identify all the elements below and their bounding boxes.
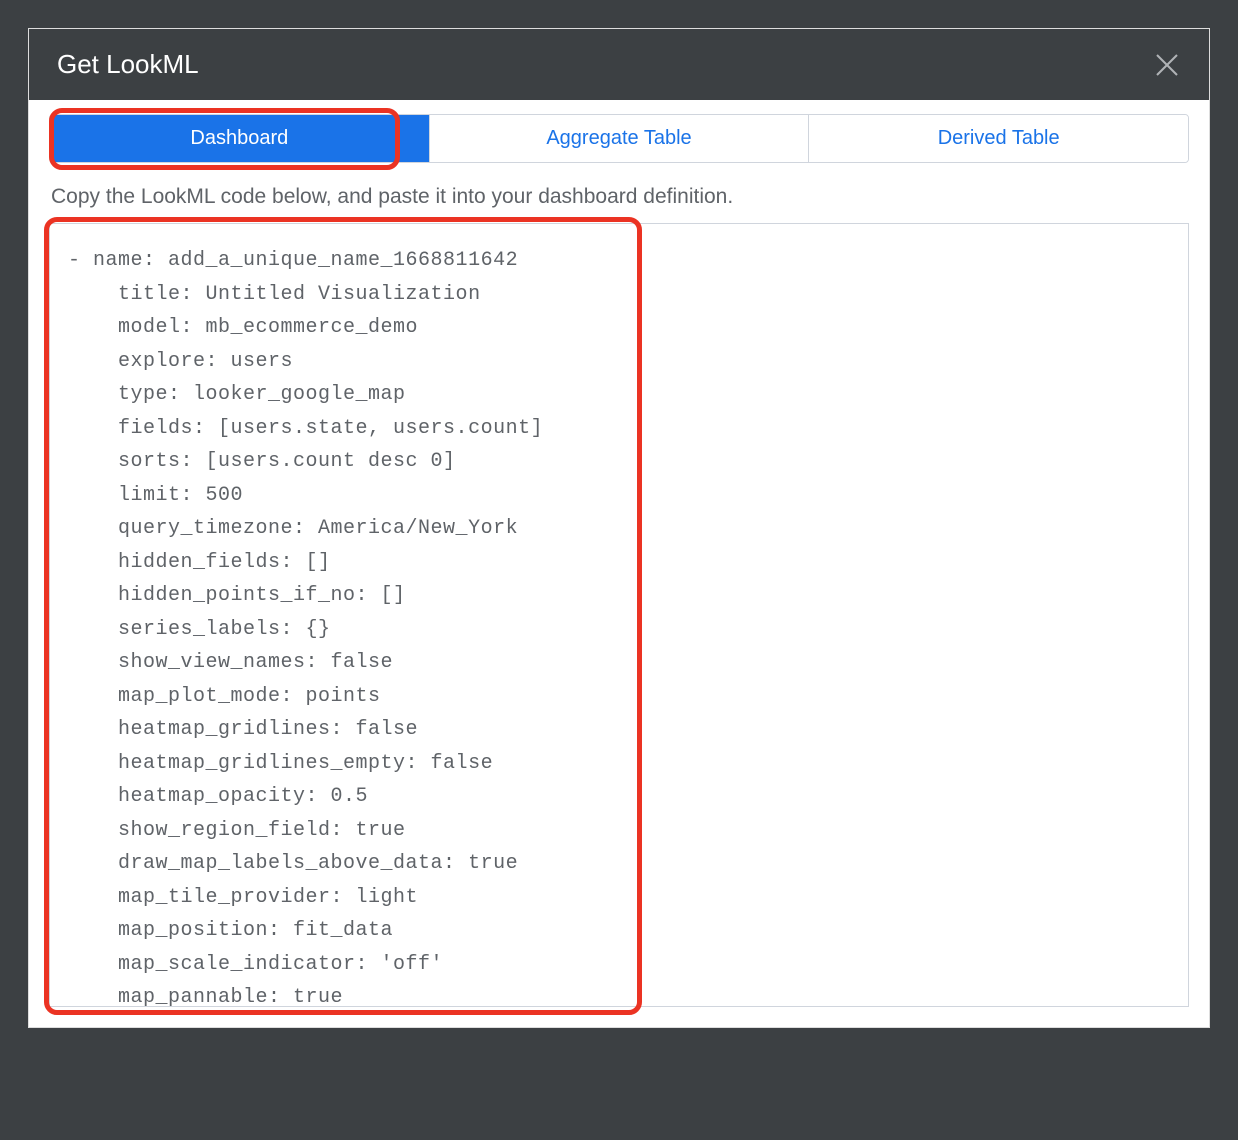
get-lookml-modal: Get LookML Dashboard Aggregate Table Der… — [28, 28, 1210, 1028]
instruction-text: Copy the LookML code below, and paste it… — [49, 185, 1189, 209]
tab-aggregate-table[interactable]: Aggregate Table — [430, 115, 810, 162]
modal-title: Get LookML — [57, 49, 199, 80]
modal-body: Dashboard Aggregate Table Derived Table … — [29, 100, 1209, 1027]
tab-derived-table[interactable]: Derived Table — [809, 115, 1188, 162]
close-icon[interactable] — [1153, 51, 1181, 79]
modal-header: Get LookML — [29, 29, 1209, 100]
tabs: Dashboard Aggregate Table Derived Table — [49, 114, 1189, 163]
lookml-code-block[interactable]: - name: add_a_unique_name_1668811642 tit… — [49, 223, 1189, 1007]
code-wrapper: - name: add_a_unique_name_1668811642 tit… — [49, 223, 1189, 1007]
tabs-container: Dashboard Aggregate Table Derived Table — [49, 114, 1189, 163]
tab-dashboard[interactable]: Dashboard — [50, 115, 430, 162]
